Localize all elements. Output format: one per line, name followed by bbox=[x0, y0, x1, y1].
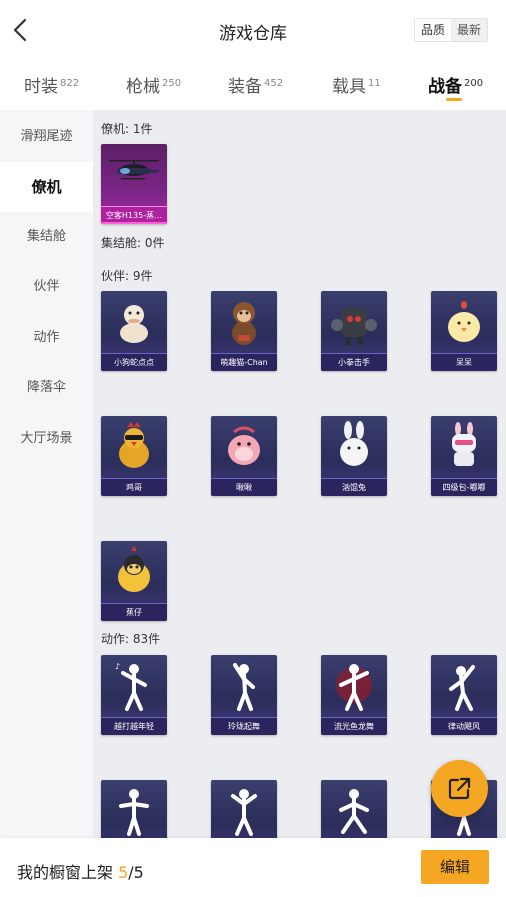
sidebar-item-partner[interactable]: 伙伴 bbox=[0, 262, 93, 312]
tab-count: 200 bbox=[464, 78, 484, 89]
sidebar-item-wingman[interactable]: 僚机 bbox=[0, 162, 93, 212]
edit-button[interactable]: 编辑 bbox=[421, 850, 489, 884]
rooster-partner-icon bbox=[119, 422, 149, 468]
item-name: 萌趣猫-Chan bbox=[211, 353, 277, 371]
item-card-partner[interactable]: 小狗蛇点点 bbox=[101, 291, 167, 371]
item-card-partner[interactable]: 蕉仔 bbox=[101, 541, 167, 621]
robot-bunny-partner-icon bbox=[452, 422, 476, 466]
sidebar-item-rally-pod[interactable]: 集结舱 bbox=[0, 212, 93, 262]
share-external-icon bbox=[448, 777, 471, 800]
item-name: 小狗蛇点点 bbox=[101, 353, 167, 371]
snake-dog-partner-icon bbox=[120, 305, 148, 343]
dancer-pose-icon bbox=[449, 665, 475, 711]
item-name: 越打越年轻 bbox=[101, 717, 167, 735]
dancer-pose-icon bbox=[233, 663, 255, 711]
tab-count: 11 bbox=[368, 78, 381, 89]
item-name: 呆呆 bbox=[431, 353, 497, 371]
banana-partner-icon bbox=[118, 546, 150, 592]
item-card-partner[interactable]: 汹馄兔 bbox=[321, 416, 387, 496]
sidebar: 滑翔尾迹 僚机 集结舱 伙伴 动作 降落伞 大厅场景 bbox=[0, 110, 93, 838]
section-action-label: 动作: 83件 bbox=[101, 632, 161, 646]
item-card-partner[interactable]: 鸡哥 bbox=[101, 416, 167, 496]
item-name: 流光鱼龙舞 bbox=[321, 717, 387, 735]
showcase-count: 5 bbox=[118, 863, 129, 882]
sidebar-item-parachute[interactable]: 降落伞 bbox=[0, 363, 93, 413]
boxer-partner-icon bbox=[331, 307, 377, 345]
item-name: 汹馄兔 bbox=[321, 478, 387, 496]
sidebar-item-glide-trail[interactable]: 滑翔尾迹 bbox=[0, 112, 93, 162]
item-name: 四级包-嘟嘟 bbox=[431, 478, 497, 496]
chick-partner-icon bbox=[448, 301, 480, 342]
tab-count: 452 bbox=[264, 78, 284, 89]
tab-combat-prep[interactable]: 战备 200 bbox=[428, 72, 484, 101]
item-card-partner[interactable]: 啾啾 bbox=[211, 416, 277, 496]
tab-fashion[interactable]: 时装 822 bbox=[24, 72, 79, 97]
sidebar-item-lobby-scene[interactable]: 大厅场景 bbox=[0, 414, 93, 464]
dancer-pose-icon bbox=[339, 789, 369, 834]
showcase-label: 我的橱窗上架 bbox=[17, 863, 119, 882]
item-card-action[interactable]: 律动飓风 bbox=[431, 655, 497, 735]
sort-toggle: 品质 最新 bbox=[413, 18, 488, 42]
tab-guns[interactable]: 枪械 250 bbox=[126, 72, 181, 97]
item-name: 鸡哥 bbox=[101, 478, 167, 496]
pink-bird-partner-icon bbox=[228, 426, 260, 465]
dancer-pose-icon bbox=[231, 789, 257, 836]
svg-text:♪: ♪ bbox=[115, 662, 120, 671]
helicopter-icon bbox=[109, 160, 159, 180]
item-card-partner[interactable]: 小拳击手 bbox=[321, 291, 387, 371]
item-name: 律动飓风 bbox=[431, 717, 497, 735]
item-card-partner[interactable]: 萌趣猫-Chan bbox=[211, 291, 277, 371]
tab-label: 装备 bbox=[228, 77, 262, 97]
category-tabs: 时装 822 枪械 250 装备 452 载具 11 战备 200 bbox=[0, 60, 506, 110]
item-grid-area[interactable]: 僚机: 1件 空客H135-蒸… 集结舱: 0件 伙伴: 9件 小狗蛇点点 萌趣… bbox=[93, 110, 506, 838]
tab-equipment[interactable]: 装备 452 bbox=[228, 72, 283, 97]
footer-bar: 我的橱窗上架 5/5 编辑 bbox=[0, 838, 506, 897]
active-tab-indicator bbox=[446, 98, 462, 101]
dancer-pose-icon bbox=[336, 664, 372, 711]
tab-label: 时装 bbox=[24, 77, 58, 97]
item-card-action[interactable] bbox=[321, 780, 387, 838]
tab-label: 载具 bbox=[332, 77, 366, 97]
sidebar-item-action[interactable]: 动作 bbox=[0, 313, 93, 363]
share-button[interactable] bbox=[431, 760, 488, 817]
tab-count: 250 bbox=[162, 78, 182, 89]
tab-label: 战备 bbox=[428, 77, 462, 97]
item-card-action[interactable]: 流光鱼龙舞 bbox=[321, 655, 387, 735]
showcase-status: 我的橱窗上架 5/5 bbox=[17, 859, 144, 883]
item-card-partner[interactable]: 四级包-嘟嘟 bbox=[431, 416, 497, 496]
item-card-action[interactable]: 玲珑起舞 bbox=[211, 655, 277, 735]
item-card-action[interactable] bbox=[101, 780, 167, 838]
section-partner-label: 伙伴: 9件 bbox=[101, 269, 153, 283]
monkey-partner-icon bbox=[232, 302, 256, 345]
item-name: 蕉仔 bbox=[101, 603, 167, 621]
item-name: 玲珑起舞 bbox=[211, 717, 277, 735]
header: 游戏仓库 品质 最新 bbox=[0, 0, 506, 60]
section-wingman-label: 僚机: 1件 bbox=[101, 122, 153, 136]
item-name: 小拳击手 bbox=[321, 353, 387, 371]
item-name: 啾啾 bbox=[211, 478, 277, 496]
tab-label: 枪械 bbox=[126, 77, 160, 97]
item-card-action[interactable] bbox=[211, 780, 277, 838]
sort-quality-button[interactable]: 品质 bbox=[414, 19, 451, 41]
showcase-total: /5 bbox=[128, 863, 144, 882]
tab-count: 822 bbox=[60, 78, 80, 89]
item-card-wingman[interactable]: 空客H135-蒸… bbox=[101, 144, 167, 224]
section-pod-label: 集结舱: 0件 bbox=[101, 236, 165, 250]
rabbit-partner-icon bbox=[340, 421, 368, 466]
rarity-bar bbox=[101, 222, 167, 224]
sort-newest-button[interactable]: 最新 bbox=[450, 19, 487, 41]
item-card-action[interactable]: ♪ 越打越年轻 bbox=[101, 655, 167, 735]
dancer-pose-icon bbox=[119, 789, 149, 836]
dancer-pose-icon: ♪ bbox=[115, 662, 147, 711]
tab-vehicles[interactable]: 载具 11 bbox=[332, 72, 381, 97]
item-card-partner[interactable]: 呆呆 bbox=[431, 291, 497, 371]
